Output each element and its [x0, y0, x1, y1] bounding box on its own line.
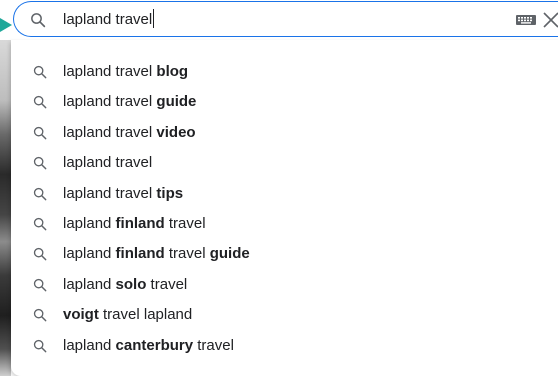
search-icon[interactable] — [29, 11, 47, 29]
suggestion-completion: finland — [115, 245, 165, 263]
suggestion-item[interactable]: lapland travel tips — [11, 179, 558, 209]
background-photo-edge — [0, 40, 11, 376]
suggestion-query-part: travel — [164, 245, 210, 263]
search-icon — [33, 65, 47, 79]
suggestion-query-part: lapland travel — [63, 63, 157, 80]
search-icon — [33, 248, 47, 261]
search-icon — [33, 126, 47, 140]
suggestion-query-part: lapland travel — [63, 154, 153, 172]
suggestion-item[interactable]: lapland travel blog — [11, 57, 558, 87]
suggestion-item[interactable]: voigt travel lapland — [11, 300, 558, 330]
pointer-arrow-icon — [0, 18, 12, 32]
search-icon — [33, 339, 47, 352]
suggestion-completion: tips — [156, 184, 184, 202]
search-icon — [33, 96, 47, 109]
suggestion-query-part: travel — [146, 275, 188, 293]
suggestion-completion: video — [156, 123, 196, 141]
suggestions-dropdown: lapland travel blog lapland travel guide l… — [11, 40, 558, 376]
suggestion-completion: finland — [115, 214, 165, 232]
search-box[interactable]: lapland travel — [13, 1, 558, 37]
suggestion-query-part: travel — [193, 336, 234, 354]
search-icon — [33, 308, 47, 322]
suggestion-completion: guide — [209, 245, 250, 263]
search-icon — [33, 217, 47, 231]
search-input[interactable]: lapland travel — [63, 9, 155, 31]
suggestion-query-part: lapland — [63, 275, 116, 293]
suggestion-completion: voigt — [63, 306, 99, 324]
suggestion-item[interactable]: lapland solo travel — [11, 270, 558, 300]
suggestion-item[interactable]: lapland travel guide — [11, 87, 558, 117]
suggestion-item[interactable]: lapland canterbury travel — [11, 331, 558, 361]
suggestion-text: voigt travel lapland — [63, 306, 192, 324]
suggestion-query-part: lapland — [63, 245, 116, 263]
suggestion-text: lapland travel guide — [63, 93, 196, 111]
search-icon — [33, 278, 47, 292]
suggestion-item[interactable]: lapland travel video — [11, 118, 558, 148]
suggestion-item[interactable]: lapland travel — [11, 148, 558, 178]
close-icon[interactable] — [542, 11, 558, 29]
suggestion-completion: guide — [156, 93, 197, 111]
suggestion-text: lapland solo travel — [63, 276, 187, 294]
search-icon — [33, 157, 47, 170]
suggestion-query-part: lapland travel — [63, 123, 157, 141]
keyboard-icon[interactable] — [516, 15, 536, 25]
suggestion-query-part: lapland travel — [63, 184, 157, 202]
suggestion-item[interactable]: lapland finland travel — [11, 209, 558, 239]
suggestion-query-part: travel — [164, 214, 206, 232]
text-caret — [153, 9, 155, 28]
suggestion-text: lapland travel blog — [63, 63, 188, 81]
suggestion-text: lapland travel — [63, 154, 152, 172]
suggestion-query-part: lapland travel — [63, 93, 157, 111]
search-icon — [33, 187, 47, 200]
suggestion-item[interactable]: lapland finland travel guide — [11, 239, 558, 269]
suggestion-query-part: lapland — [63, 336, 116, 354]
suggestions-list: lapland travel blog lapland travel guide l… — [11, 57, 558, 361]
suggestion-query-part: travel lapland — [98, 306, 193, 324]
suggestion-text: lapland finland travel — [63, 215, 206, 233]
search-query-text: lapland travel — [63, 11, 153, 28]
suggestion-completion: blog — [156, 63, 189, 80]
suggestion-text: lapland travel tips — [63, 185, 183, 203]
suggestion-text: lapland finland travel guide — [63, 245, 250, 263]
suggestion-text: lapland travel video — [63, 124, 196, 142]
suggestion-completion: canterbury — [115, 336, 194, 354]
suggestion-completion: solo — [115, 275, 147, 293]
suggestion-query-part: lapland — [63, 214, 116, 232]
suggestion-text: lapland canterbury travel — [63, 337, 234, 355]
